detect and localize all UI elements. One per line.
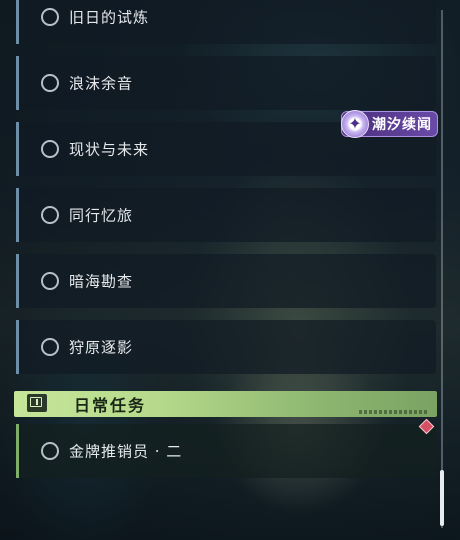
quest-item[interactable]: 暗海勘查: [16, 254, 436, 308]
quest-label: 暗海勘查: [69, 272, 134, 291]
quest-item[interactable]: 狩原逐影: [16, 320, 436, 374]
quest-item[interactable]: 旧日的试炼: [16, 0, 436, 44]
quest-item[interactable]: 浪沫余音: [16, 56, 436, 110]
daily-quest-label: 金牌推销员 · 二: [69, 442, 183, 461]
quest-item[interactable]: 同行忆旅: [16, 188, 436, 242]
quest-label: 现状与未来: [69, 140, 150, 159]
quest-label: 浪沫余音: [69, 74, 134, 93]
circle-icon: [41, 442, 59, 460]
circle-icon: [41, 272, 59, 290]
scrollbar-track[interactable]: [441, 10, 443, 528]
daily-quest-item[interactable]: 金牌推销员 · 二: [16, 424, 436, 478]
sparkle-icon: [341, 110, 369, 138]
tidal-news-tag[interactable]: 潮汐续闻: [341, 110, 438, 138]
circle-icon: [41, 8, 59, 26]
header-decoration: [359, 410, 429, 414]
notice-icon: [27, 394, 47, 412]
scrollbar-thumb[interactable]: [440, 470, 444, 526]
quest-label: 同行忆旅: [69, 206, 134, 225]
circle-icon: [41, 338, 59, 356]
daily-section-title: 日常任务: [74, 396, 147, 415]
circle-icon: [41, 206, 59, 224]
circle-icon: [41, 140, 59, 158]
quest-label: 旧日的试炼: [69, 8, 150, 27]
quest-label: 狩原逐影: [69, 338, 134, 357]
daily-section-header[interactable]: 日常任务: [14, 391, 437, 417]
tag-label: 潮汐续闻: [372, 117, 432, 133]
circle-icon: [41, 74, 59, 92]
